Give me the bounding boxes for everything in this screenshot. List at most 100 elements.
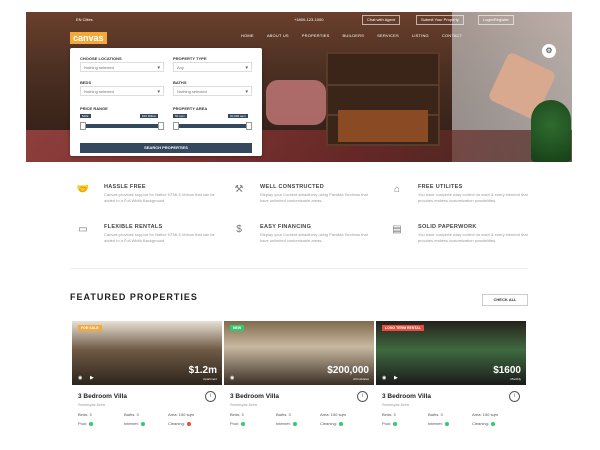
chevron-down-icon: ▾ xyxy=(245,89,248,95)
price-range-slider[interactable] xyxy=(80,122,164,130)
property-location: Seminyak Area xyxy=(382,402,409,407)
cleaning-label: Cleaning: xyxy=(320,421,337,426)
login-register-button[interactable]: Login/Register xyxy=(478,15,514,25)
dollar-house-icon: $ xyxy=(236,224,242,235)
document-icon: ▤ xyxy=(392,224,402,235)
nav-item-home[interactable]: HOME xyxy=(241,33,254,38)
feature-desc: Display your Content attractively using … xyxy=(260,192,368,203)
image-gallery-icon[interactable]: ◉ xyxy=(78,375,82,381)
feature-title: WELL CONSTRUCTED xyxy=(260,184,324,190)
check-icon xyxy=(89,421,94,426)
info-icon[interactable]: i xyxy=(357,391,368,402)
submit-property-button[interactable]: Submit Your Property xyxy=(416,15,464,25)
property-type-select[interactable]: Any ▾ xyxy=(173,62,252,72)
area-attr: Area: 150 sqm xyxy=(472,412,499,417)
baths-select[interactable]: Nothing selected ▾ xyxy=(173,86,252,96)
price-subtitle: Monthly xyxy=(510,377,521,381)
property-price: $1600 xyxy=(493,365,521,376)
baths-label: BATHS xyxy=(173,80,187,85)
check-icon xyxy=(338,421,343,426)
nav-item-listing[interactable]: LISTING xyxy=(412,33,429,38)
rent-sign-icon: ▭ xyxy=(78,224,88,235)
status-badge: LONG TERM RENTAL xyxy=(382,325,424,331)
property-title[interactable]: 3 Bedroom Villa xyxy=(78,393,127,400)
baths-attr: Baths: 3 xyxy=(428,412,443,417)
page: EN Cities +1800-123-1000 Chat with Agent… xyxy=(26,12,572,450)
property-attrs: Beds: 3 Baths: 3 Area: 150 sqm Pool: Int… xyxy=(382,412,522,438)
internet-attr: Internet: xyxy=(124,421,145,426)
property-title[interactable]: 3 Bedroom Villa xyxy=(230,393,279,400)
property-title[interactable]: 3 Bedroom Villa xyxy=(382,393,431,400)
nav-item-about[interactable]: ABOUT US xyxy=(267,33,289,38)
property-attrs: Beds: 3 Baths: 3 Area: 150 sqm Pool: Int… xyxy=(78,412,218,438)
image-gallery-icon[interactable]: ◉ xyxy=(230,375,234,381)
cleaning-attr: Cleaning: xyxy=(320,421,343,426)
area-min-handle[interactable] xyxy=(173,122,179,130)
cleaning-attr: Cleaning: xyxy=(472,421,495,426)
hero-plant xyxy=(531,100,571,162)
chat-agent-button[interactable]: Chat with Agent xyxy=(362,15,401,25)
nav-item-contact[interactable]: CONTACT xyxy=(442,33,462,38)
logo[interactable]: canvas xyxy=(70,32,107,44)
nav-item-services[interactable]: SERVICES xyxy=(377,33,399,38)
price-min-tag: $10k xyxy=(80,114,91,118)
chevron-down-icon: ▾ xyxy=(157,89,160,95)
video-icon[interactable]: ▶ xyxy=(90,375,94,381)
locations-select[interactable]: Nothing selected ▾ xyxy=(80,62,164,72)
image-gallery-icon[interactable]: ◉ xyxy=(382,375,386,381)
top-bar: EN Cities +1800-123-1000 Chat with Agent… xyxy=(26,12,572,26)
chevron-down-icon: ▾ xyxy=(157,65,160,71)
property-card[interactable]: LONG TERM RENTAL ◉ ▶ $1600 Monthly 3 Bed… xyxy=(376,321,526,450)
handshake-icon: 🤝 xyxy=(76,184,90,195)
search-properties-button[interactable]: SEARCH PROPERTIES xyxy=(80,143,252,153)
property-card[interactable]: FOR SALE ◉ ▶ $1.2m Apartment 3 Bedroom V… xyxy=(72,321,222,450)
area-max-tag: 20,000 sqm xyxy=(228,114,248,118)
check-icon xyxy=(444,421,449,426)
property-location: Seminyak Area xyxy=(230,402,257,407)
property-attrs: Beds: 3 Baths: 3 Area: 150 sqm Pool: Int… xyxy=(230,412,370,438)
beds-label: BEDS xyxy=(80,80,92,85)
language-selector[interactable]: EN Cities xyxy=(76,17,93,22)
hammer-icon: ⚒ xyxy=(234,184,244,195)
check-all-button[interactable]: CHECK ALL xyxy=(482,294,528,306)
feature-desc: Display your Content attractively using … xyxy=(260,232,368,243)
pool-attr: Pool: xyxy=(78,421,94,426)
price-max-handle[interactable] xyxy=(158,122,164,130)
beds-attr: Beds: 3 xyxy=(78,412,92,417)
check-icon xyxy=(393,421,398,426)
video-icon[interactable]: ▶ xyxy=(394,375,398,381)
locations-value: Nothing selected xyxy=(84,65,114,70)
cross-icon xyxy=(186,421,191,426)
feature-desc: You have complete easy control on each &… xyxy=(418,232,528,243)
price-min-handle[interactable] xyxy=(80,122,86,130)
featured-properties-title: FEATURED PROPERTIES xyxy=(70,292,198,302)
beds-select[interactable]: Nothing selected ▾ xyxy=(80,86,164,96)
phone-number: +1800-123-1000 xyxy=(294,17,324,22)
info-icon[interactable]: i xyxy=(205,391,216,402)
nav-item-properties[interactable]: PROPERTIES xyxy=(302,33,330,38)
settings-icon[interactable]: ⚙ xyxy=(542,44,556,58)
area-min-tag: 50 sqm xyxy=(173,114,187,118)
area-max-handle[interactable] xyxy=(246,122,252,130)
area-attr: Area: 150 sqm xyxy=(168,412,195,417)
property-card[interactable]: NEW ◉ $200,000 All Inclusive 3 Bedroom V… xyxy=(224,321,374,450)
internet-attr: Internet: xyxy=(276,421,297,426)
feature-desc: You have complete easy control on each &… xyxy=(418,192,528,203)
internet-label: Internet: xyxy=(276,421,291,426)
main-nav: HOME ABOUT US PROPERTIES BUILDERS SERVIC… xyxy=(241,33,462,38)
internet-label: Internet: xyxy=(428,421,443,426)
divider xyxy=(70,268,528,269)
baths-attr: Baths: 3 xyxy=(124,412,139,417)
pool-attr: Pool: xyxy=(230,421,246,426)
info-icon[interactable]: i xyxy=(509,391,520,402)
check-icon xyxy=(292,421,297,426)
area-range-slider[interactable] xyxy=(173,122,252,130)
pool-attr: Pool: xyxy=(382,421,398,426)
cleaning-label: Cleaning: xyxy=(168,421,185,426)
area-attr: Area: 150 sqm xyxy=(320,412,347,417)
property-price: $200,000 xyxy=(327,365,369,376)
check-icon xyxy=(241,421,246,426)
cleaning-attr: Cleaning: xyxy=(168,421,191,426)
nav-item-builders[interactable]: BUILDERS xyxy=(343,33,365,38)
feature-title: FLEXIBLE RENTALS xyxy=(104,224,163,230)
